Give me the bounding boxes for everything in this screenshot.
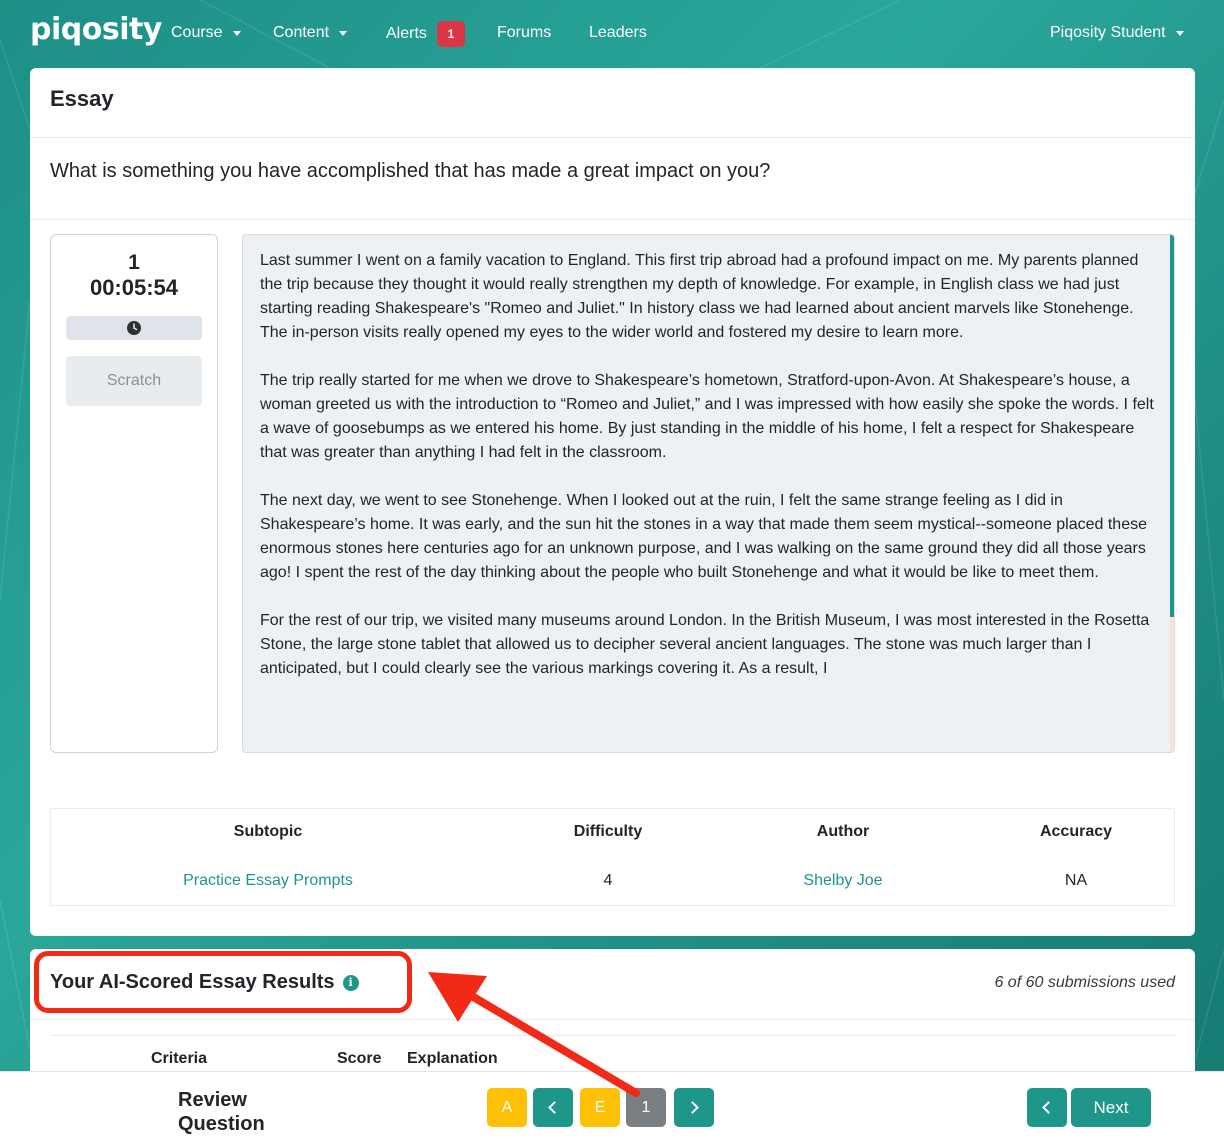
accuracy-value: NA	[1064, 872, 1088, 889]
nav-alerts[interactable]: Alerts 1	[386, 21, 465, 47]
submissions-count: 6 of 60 submissions used	[994, 974, 1175, 991]
review-question-label: Review Question	[178, 1088, 265, 1136]
bottom-nav-bar: Review Question A E 1 Next	[0, 1071, 1224, 1139]
top-navbar: piqosity Course Content Alerts 1 Forums …	[0, 0, 1224, 68]
subtopic-link[interactable]: Practice Essay Prompts	[183, 872, 353, 890]
meta-header-accuracy: Accuracy	[1039, 823, 1113, 840]
review-label-line1: Review	[178, 1089, 247, 1111]
user-menu-label: Piqosity Student	[1050, 24, 1166, 41]
essay-card-header: Essay	[30, 68, 1195, 138]
author-link[interactable]: Shelby Joe	[803, 872, 882, 890]
chevron-down-icon	[339, 30, 348, 36]
essay-textarea[interactable]: Last summer I went on a family vacation …	[242, 234, 1175, 753]
prev-question-button[interactable]	[1027, 1088, 1067, 1127]
nav-content-label: Content	[273, 24, 330, 41]
col-criteria: Criteria	[151, 1050, 208, 1067]
annotation-highlight-box	[34, 951, 412, 1013]
next-review-button[interactable]	[674, 1088, 714, 1127]
nav-leaders-label: Leaders	[589, 24, 647, 41]
clock-icon	[127, 321, 141, 335]
essay-title: Essay	[50, 86, 114, 111]
chevron-right-icon	[686, 1101, 699, 1114]
answer-e-button[interactable]: E	[580, 1088, 620, 1127]
nav-forums[interactable]: Forums	[497, 24, 551, 42]
review-label-line2: Question	[178, 1113, 265, 1135]
timer-panel: 1 00:05:54 Scratch	[50, 234, 218, 753]
meta-header-subtopic: Subtopic	[233, 823, 303, 840]
col-score: Score	[337, 1050, 382, 1067]
essay-scrollbar-thumb[interactable]	[1170, 235, 1174, 617]
nav-leaders[interactable]: Leaders	[589, 24, 647, 42]
alerts-count-badge: 1	[436, 21, 465, 47]
essay-prompt: What is something you have accomplished …	[30, 138, 1195, 220]
chevron-down-icon	[232, 30, 241, 36]
prev-review-button[interactable]	[533, 1088, 573, 1127]
nav-forums-label: Forums	[497, 24, 552, 41]
nav-course[interactable]: Course	[171, 24, 241, 42]
nav-content[interactable]: Content	[273, 24, 348, 42]
timer-clock: 00:05:54	[89, 275, 179, 300]
question-number: 1	[128, 251, 140, 274]
essay-card: Essay What is something you have accompl…	[30, 68, 1195, 936]
difficulty-value: 4	[603, 872, 613, 889]
answer-a-button[interactable]: A	[487, 1088, 527, 1127]
essay-response-text: Last summer I went on a family vacation …	[260, 252, 1154, 677]
criteria-table-header: Criteria Score Explanation	[50, 1035, 1175, 1075]
current-page-button[interactable]: 1	[626, 1088, 666, 1127]
timer-toggle[interactable]	[66, 316, 202, 340]
scratch-button[interactable]: Scratch	[66, 356, 202, 406]
next-question-button[interactable]: Next	[1071, 1088, 1151, 1127]
question-meta-table: Subtopic Difficulty Author Accuracy Prac…	[50, 808, 1175, 906]
nav-alerts-label: Alerts	[386, 25, 427, 42]
chevron-left-icon	[548, 1101, 561, 1114]
chevron-left-icon	[1042, 1101, 1055, 1114]
nav-course-label: Course	[171, 24, 223, 41]
chevron-down-icon	[1175, 30, 1184, 36]
brand-logo[interactable]: piqosity	[30, 12, 162, 47]
meta-header-author: Author	[816, 823, 870, 840]
user-menu[interactable]: Piqosity Student	[1050, 24, 1184, 42]
col-explanation: Explanation	[407, 1050, 498, 1067]
meta-header-difficulty: Difficulty	[573, 823, 643, 840]
